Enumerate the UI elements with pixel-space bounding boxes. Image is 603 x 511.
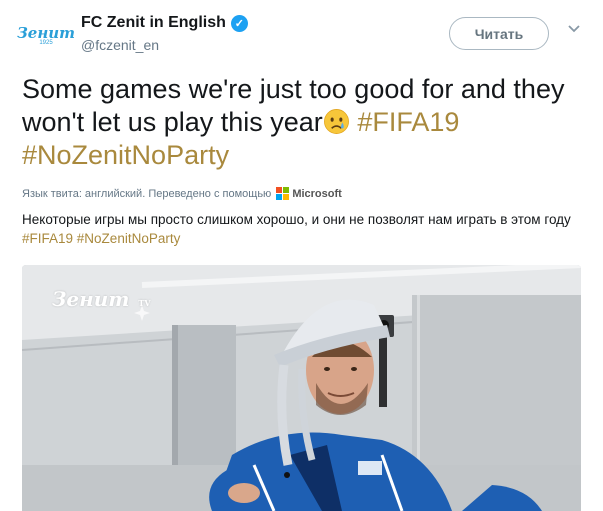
avatar-logo-text: Зенит xyxy=(16,23,76,42)
video-watermark: Зенит TV xyxy=(52,287,151,311)
microsoft-logo-icon xyxy=(276,187,290,200)
watermark-tv-text: TV xyxy=(138,298,151,308)
account-handle: @fczenit_en xyxy=(81,37,160,53)
watermark-logo-text: Зенит xyxy=(52,287,130,311)
crying-face-emoji-icon xyxy=(323,109,349,134)
follow-button[interactable]: Читать xyxy=(449,17,549,50)
media-video-thumbnail[interactable]: Зенит TV xyxy=(22,265,581,511)
hashtag-link[interactable]: #FIFA19 xyxy=(357,107,459,137)
translation-provider[interactable]: Microsoft xyxy=(292,188,342,200)
display-name-text: FC Zenit in English xyxy=(81,14,226,31)
tweet-text: Some games we're just too good for and t… xyxy=(22,73,592,172)
translation-meta-text: Язык твита: английский. Переведено с пом… xyxy=(22,187,272,200)
hashtag-link[interactable]: #NoZenitNoParty xyxy=(77,231,181,246)
avatar-logo-year: 1925 xyxy=(39,39,53,46)
chevron-down-icon[interactable] xyxy=(567,22,581,36)
hashtag-link[interactable]: #NoZenitNoParty xyxy=(22,140,229,170)
translated-text: Некоторые игры мы просто слишком хорошо,… xyxy=(22,210,587,248)
hashtag-link[interactable]: #FIFA19 xyxy=(22,231,73,246)
verified-badge-icon: ✓ xyxy=(230,14,248,32)
tweet-body: Some games we're just too good for and t… xyxy=(22,74,565,137)
translated-body: Некоторые игры мы просто слишком хорошо,… xyxy=(22,212,571,227)
avatar[interactable]: Зенит 1925 xyxy=(17,12,75,60)
translation-attribution: Язык твита: английский. Переведено с пом… xyxy=(22,187,342,200)
account-names[interactable]: FC Zenit in English ✓ @fczenit_en xyxy=(81,14,248,53)
tweet-header: Зенит 1925 FC Zenit in English ✓ @fczeni… xyxy=(17,12,588,62)
display-name[interactable]: FC Zenit in English ✓ xyxy=(81,14,248,32)
